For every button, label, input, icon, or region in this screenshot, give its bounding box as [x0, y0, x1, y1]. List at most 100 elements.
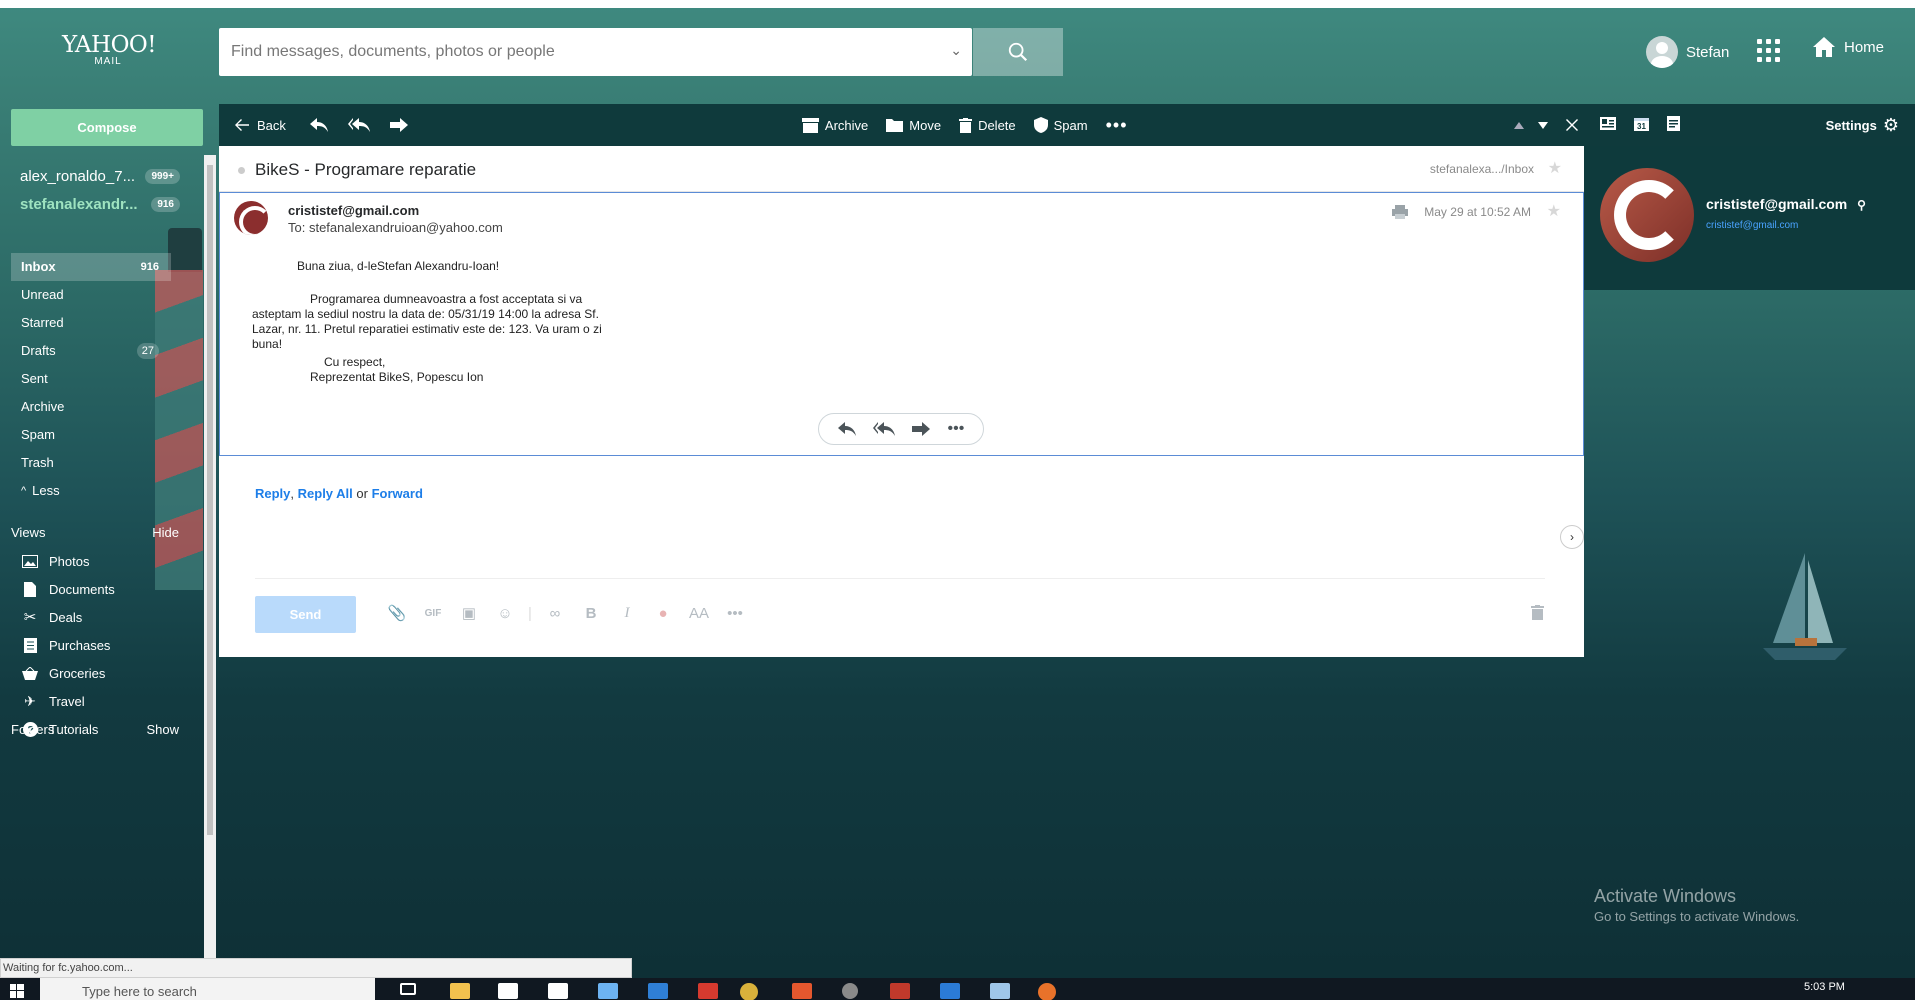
link-icon[interactable]: ∞ — [537, 605, 573, 622]
compose-button[interactable]: Compose — [11, 109, 203, 146]
print-icon[interactable] — [1392, 205, 1408, 222]
message-star-icon[interactable]: ★ — [1547, 201, 1561, 221]
nav-item-inbox[interactable]: Inbox 916 — [11, 253, 171, 281]
app-icon[interactable] — [648, 983, 668, 999]
view-item-documents[interactable]: Documents — [11, 575, 171, 603]
notepad-icon[interactable] — [1667, 116, 1680, 134]
view-item-travel[interactable]: ✈ Travel — [11, 687, 171, 715]
nav-item-unread[interactable]: Unread — [11, 281, 171, 309]
bold-icon[interactable]: B — [573, 605, 609, 622]
home-link[interactable]: Home — [1812, 36, 1884, 58]
forward-link[interactable]: Forward — [372, 486, 423, 501]
read-status-dot[interactable] — [238, 167, 245, 174]
mail-app-icon[interactable] — [548, 983, 568, 999]
sidebar-scrollbar[interactable] — [204, 155, 216, 960]
search-box[interactable]: ⌄ — [219, 28, 972, 76]
sender-avatar[interactable] — [234, 201, 268, 235]
taskview-icon[interactable] — [400, 983, 416, 995]
view-item-purchases[interactable]: Purchases — [11, 631, 171, 659]
archive-button[interactable]: Archive — [801, 117, 868, 133]
sticker-icon[interactable]: ▣ — [451, 604, 487, 622]
discard-draft-icon[interactable] — [1531, 605, 1544, 623]
settings-link[interactable]: Settings — [1826, 118, 1877, 133]
search-input[interactable] — [219, 28, 919, 76]
folders-show-toggle[interactable]: Show — [146, 722, 179, 737]
calendar-icon[interactable]: 31 — [1634, 117, 1649, 134]
delete-button[interactable]: Delete — [959, 117, 1016, 133]
folder-path[interactable]: stefanalexa.../Inbox — [1430, 162, 1534, 176]
body-greeting: Buna ziua, d-leStefan Alexandru-Ioan! — [297, 259, 500, 273]
contact-email-link[interactable]: crististef@gmail.com — [1706, 220, 1798, 231]
less-toggle[interactable]: ^ Less — [11, 477, 171, 505]
expand-pane-chevron-icon[interactable]: › — [1560, 525, 1584, 549]
reply-all-icon[interactable] — [872, 422, 895, 436]
apps-grid-icon[interactable] — [1757, 39, 1780, 62]
view-item-photos[interactable]: Photos — [11, 547, 171, 575]
store-icon[interactable] — [498, 983, 518, 999]
back-button[interactable]: Back — [235, 118, 286, 133]
yahoo-mail-logo[interactable]: YAHOO! MAIL — [62, 32, 157, 67]
reply-icon[interactable] — [837, 422, 856, 436]
spam-button[interactable]: Spam — [1033, 117, 1088, 133]
nav-item-starred[interactable]: Starred — [11, 309, 171, 337]
search-icon[interactable]: ⚲ — [1857, 198, 1866, 212]
close-button[interactable] — [1565, 119, 1578, 131]
nav-item-trash[interactable]: Trash — [11, 449, 171, 477]
emoji-icon[interactable]: ☺ — [487, 605, 523, 622]
attachment-icon[interactable]: 📎 — [379, 604, 415, 622]
gif-icon[interactable]: GIF — [415, 608, 451, 619]
view-item-deals[interactable]: ✂ Deals — [11, 603, 171, 631]
send-button[interactable]: Send — [255, 596, 356, 633]
color-icon[interactable]: ● — [645, 605, 681, 622]
pdf-icon[interactable] — [698, 983, 718, 999]
nav-item-drafts[interactable]: Drafts 27 — [11, 337, 171, 365]
italic-icon[interactable]: I — [609, 605, 645, 622]
taskbar-search[interactable]: Type here to search — [40, 978, 375, 1000]
previous-message-button[interactable] — [1513, 121, 1524, 129]
sender-email[interactable]: crististef@gmail.com — [288, 203, 419, 218]
reply-all-link[interactable]: Reply All — [298, 486, 353, 501]
travel-icon: ✈ — [24, 692, 36, 709]
more-actions-button[interactable]: ••• — [1106, 115, 1128, 136]
more-dots-icon[interactable]: ••• — [717, 605, 753, 622]
star-icon[interactable]: ★ — [1548, 158, 1562, 178]
app-icon[interactable] — [890, 983, 910, 999]
reply-link[interactable]: Reply — [255, 486, 290, 501]
nav-item-spam[interactable]: Spam — [11, 421, 171, 449]
chevron-down-icon[interactable]: ⌄ — [950, 42, 962, 59]
chevron-up-icon: ^ — [21, 485, 27, 497]
user-menu[interactable]: Stefan — [1646, 36, 1729, 68]
reply-all-button[interactable] — [347, 118, 370, 132]
font-size-icon[interactable]: AA — [681, 605, 717, 622]
app-icon[interactable] — [792, 983, 812, 999]
app-icon[interactable] — [598, 983, 618, 999]
nav-item-archive[interactable]: Archive — [11, 393, 171, 421]
chrome-icon[interactable] — [740, 983, 758, 1000]
move-button[interactable]: Move — [886, 118, 941, 133]
vscode-icon[interactable] — [940, 983, 960, 999]
scrollbar-thumb[interactable] — [207, 165, 213, 835]
more-dots-icon[interactable]: ••• — [948, 420, 965, 438]
next-message-button[interactable] — [1537, 121, 1548, 129]
contact-email[interactable]: crististef@gmail.com ⚲ — [1706, 196, 1866, 212]
forward-icon[interactable] — [912, 422, 931, 436]
body-signature: Reprezentat BikeS, Popescu Ion — [310, 370, 484, 384]
reply-button[interactable] — [309, 118, 328, 132]
file-explorer-icon[interactable] — [450, 983, 470, 999]
nav-item-sent[interactable]: Sent — [11, 365, 171, 393]
account-item-2[interactable]: stefanalexandr... 916 — [20, 196, 180, 213]
search-button[interactable] — [973, 28, 1063, 76]
unread-count-badge: 916 — [151, 197, 180, 212]
app-icon[interactable] — [990, 983, 1010, 999]
settings-app-icon[interactable] — [842, 983, 858, 999]
contacts-icon[interactable] — [1600, 117, 1616, 133]
views-hide-toggle[interactable]: Hide — [152, 525, 179, 540]
contact-avatar[interactable] — [1600, 168, 1694, 262]
windows-start-icon[interactable] — [10, 984, 24, 1000]
account-item-1[interactable]: alex_ronaldo_7... 999+ — [20, 168, 180, 185]
forward-button[interactable] — [389, 118, 408, 132]
gear-icon[interactable]: ⚙ — [1883, 115, 1899, 136]
composer-tools: 📎 GIF ▣ ☺ | ∞ B I ● AA ••• — [379, 604, 753, 623]
app-icon[interactable] — [1038, 983, 1056, 1000]
view-item-groceries[interactable]: Groceries — [11, 659, 171, 687]
